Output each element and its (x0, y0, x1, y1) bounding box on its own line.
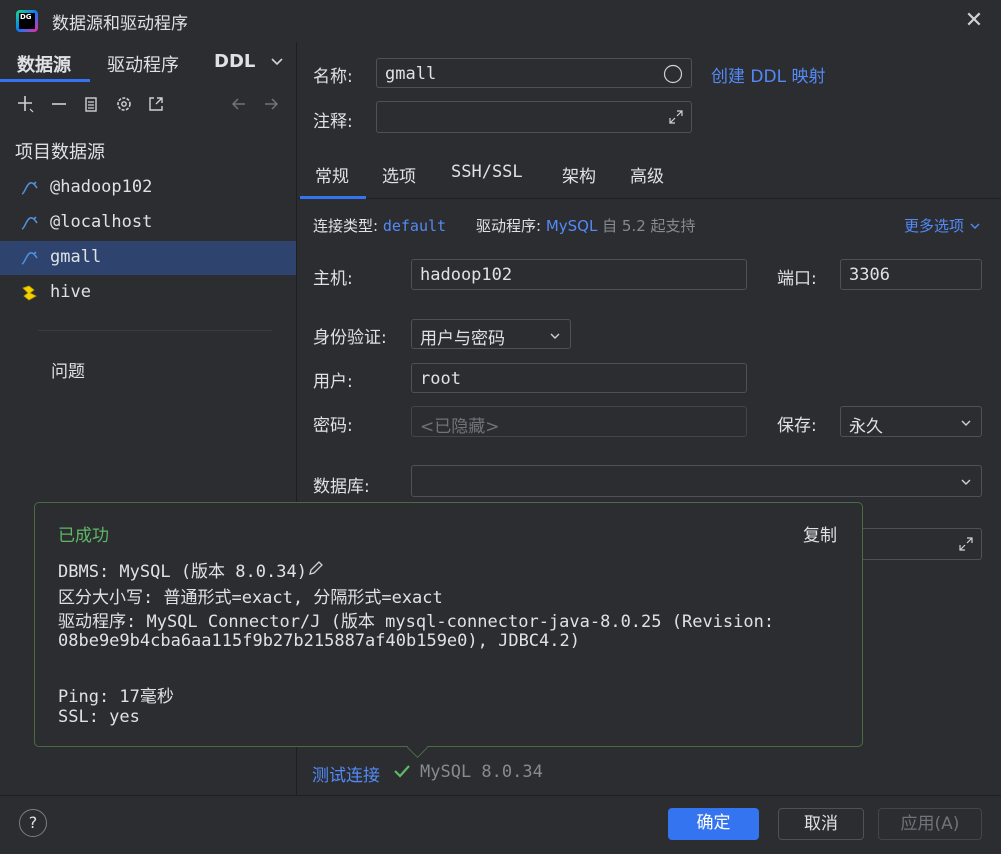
chevron-down-icon (548, 328, 562, 342)
tab-schemas[interactable]: 架构 (562, 162, 596, 187)
info-line-dbms-text: DBMS: MySQL (版本 8.0.34) (58, 562, 307, 582)
datasource-label: hive (50, 282, 91, 302)
tab-general[interactable]: 常规 (315, 162, 349, 187)
title-bar: DG 数据源和驱动程序 ✕ (0, 0, 1001, 42)
info-line-driver: 驱动程序: MySQL Connector/J (版本 mysql-connec… (58, 612, 775, 632)
divider (38, 330, 272, 331)
forward-arrow-icon[interactable] (261, 94, 281, 114)
copy-link[interactable]: 复制 (803, 521, 837, 546)
add-icon[interactable] (16, 94, 36, 114)
driver-note: 自 5.2 起支持 (602, 217, 696, 235)
more-options-label: 更多选项 (904, 217, 965, 235)
info-line-ssl: SSL: yes (58, 707, 140, 727)
driver-row: 驱动程序: MySQL 自 5.2 起支持 (476, 215, 696, 236)
checkmark-icon (393, 762, 411, 785)
chevron-down-icon (959, 474, 973, 488)
hive-icon (20, 284, 40, 302)
help-button[interactable]: ? (19, 809, 47, 837)
tab-datasources[interactable]: 数据源 (17, 51, 71, 77)
test-result: MySQL 8.0.34 (420, 762, 543, 782)
database-select[interactable] (411, 465, 982, 497)
auth-value: 用户与密码 (420, 329, 505, 349)
password-field[interactable]: <已隐藏> (411, 406, 747, 437)
mysql-icon (20, 249, 40, 267)
problems-item[interactable]: 问题 (51, 357, 85, 382)
driver-link[interactable]: MySQL (546, 217, 598, 235)
datasource-item-localhost[interactable]: @localhost (0, 206, 296, 240)
mysql-icon (20, 179, 40, 197)
connection-result-popup: 已成功 复制 DBMS: MySQL (版本 8.0.34) 区分大小写: 普通… (34, 502, 863, 747)
port-field[interactable]: 3306 (840, 259, 982, 290)
status-success: 已成功 (58, 526, 109, 546)
driver-label: 驱动程序: (476, 217, 542, 235)
name-label: 名称: (313, 67, 353, 87)
datasource-label: @localhost (50, 212, 153, 232)
user-field[interactable]: root (411, 363, 747, 393)
port-label: 端口: (777, 269, 817, 289)
datasource-item-hive[interactable]: hive (0, 276, 296, 310)
chevron-down-icon (270, 55, 284, 71)
save-select[interactable]: 永久 (840, 406, 982, 437)
name-value: gmall (385, 64, 437, 84)
expand-icon[interactable] (957, 535, 975, 558)
datasource-item-hadoop102[interactable]: @hadoop102 (0, 171, 296, 205)
info-line-revision: 08be9e9b4cba6aa115f9b27b215887af40b159e0… (58, 631, 580, 651)
project-datasources-heading: 项目数据源 (15, 142, 105, 163)
chevron-down-icon (969, 217, 981, 235)
color-circle-icon[interactable] (663, 64, 683, 89)
host-label: 主机: (313, 269, 353, 289)
datasource-label: @hadoop102 (50, 177, 153, 197)
info-line-case: 区分大小写: 普通形式=exact, 分隔形式=exact (58, 588, 443, 608)
more-options-link[interactable]: 更多选项 (904, 215, 981, 236)
datasource-label: gmall (50, 247, 102, 267)
database-label: 数据库: (313, 477, 370, 497)
auth-select[interactable]: 用户与密码 (411, 319, 571, 349)
test-connection-link[interactable]: 测试连接 (312, 761, 380, 786)
tab-options[interactable]: 选项 (382, 162, 416, 187)
tab-underline (0, 79, 90, 82)
tab-selected-indicator (300, 196, 366, 199)
ok-button[interactable]: 确定 (668, 808, 759, 840)
duplicate-icon[interactable] (81, 94, 101, 114)
user-value: root (420, 369, 461, 389)
info-line-dbms: DBMS: MySQL (版本 8.0.34) (58, 557, 325, 582)
pencil-icon[interactable] (307, 561, 325, 582)
port-value: 3306 (849, 265, 890, 285)
tab-ddl[interactable]: DDL (214, 51, 284, 72)
mysql-icon (20, 214, 40, 232)
host-field[interactable]: hadoop102 (411, 259, 747, 290)
connection-type-row: 连接类型: default (313, 215, 446, 236)
back-arrow-icon[interactable] (229, 94, 249, 114)
info-line-ping: Ping: 17毫秒 (58, 687, 174, 707)
auth-label: 身份验证: (313, 328, 387, 348)
save-label: 保存: (777, 416, 817, 436)
gear-icon[interactable] (114, 94, 134, 114)
connection-type-label: 连接类型: (313, 217, 379, 235)
host-value: hadoop102 (420, 265, 513, 285)
tab-ssh-ssl[interactable]: SSH/SSL (451, 162, 523, 182)
cancel-button[interactable]: 取消 (778, 808, 864, 840)
tab-ddl-label: DDL (214, 51, 256, 72)
tab-advanced[interactable]: 高级 (630, 162, 664, 187)
name-field[interactable]: gmall (376, 58, 692, 88)
comment-label: 注释: (313, 112, 353, 132)
remove-icon[interactable] (49, 94, 69, 114)
expand-icon[interactable] (667, 108, 685, 131)
apply-button[interactable]: 应用(A) (878, 808, 982, 840)
comment-field[interactable] (376, 101, 692, 133)
window-title: 数据源和驱动程序 (52, 14, 188, 34)
password-label: 密码: (313, 416, 353, 436)
connection-type-value[interactable]: default (383, 217, 446, 235)
close-icon[interactable]: ✕ (963, 10, 985, 32)
tab-drivers[interactable]: 驱动程序 (107, 51, 179, 77)
save-value: 永久 (849, 417, 883, 437)
datasource-item-gmall[interactable]: gmall (0, 241, 296, 275)
password-placeholder: <已隐藏> (420, 417, 500, 437)
chevron-down-icon (959, 415, 973, 429)
user-label: 用户: (313, 372, 353, 392)
datagrip-app-icon: DG (16, 10, 38, 32)
open-external-icon[interactable] (146, 94, 166, 114)
create-ddl-mapping-link[interactable]: 创建 DDL 映射 (711, 62, 825, 87)
tabs-divider (298, 198, 1001, 199)
